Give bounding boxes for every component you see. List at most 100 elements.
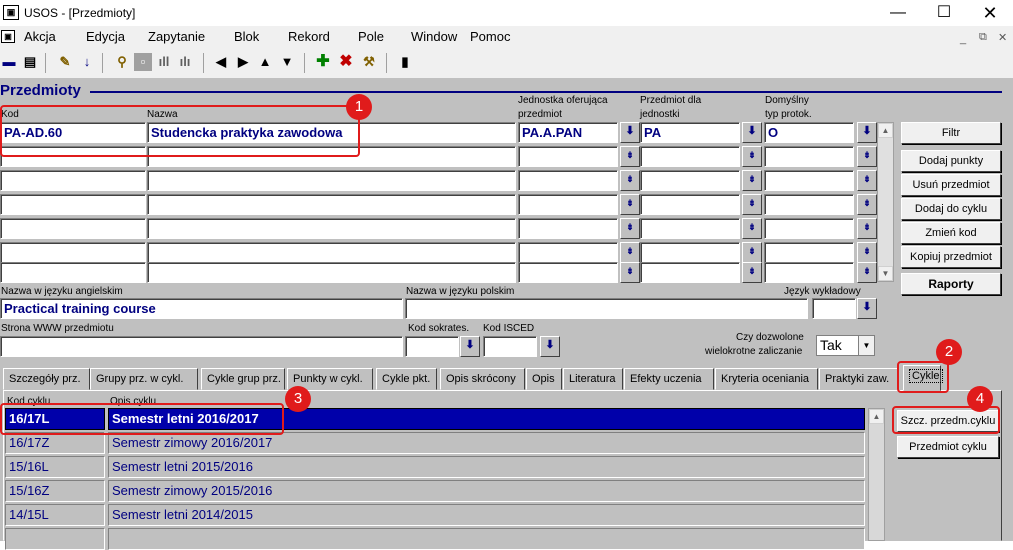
print-icon[interactable]: ▤ <box>21 53 39 71</box>
tab-opis[interactable]: Opis <box>526 368 562 390</box>
record-typ-field[interactable] <box>764 262 854 283</box>
record-typ-field[interactable]: O <box>764 122 854 143</box>
record-nazwa-field[interactable] <box>147 194 516 215</box>
next-record-icon[interactable]: ▼ <box>278 53 296 71</box>
lov-arrow-icon[interactable]: ⇟ <box>742 194 762 215</box>
menu-zapytanie[interactable]: Zapytanie <box>148 29 205 44</box>
usun-przedmiot-button[interactable]: Usuń przedmiot <box>901 174 1001 196</box>
przedmiot-cyklu-button[interactable]: Przedmiot cyklu <box>897 436 999 458</box>
menu-pomoc[interactable]: Pomoc <box>470 29 510 44</box>
record-jednostka-field[interactable] <box>518 262 618 283</box>
lov-arrow-icon[interactable]: ⇟ <box>620 218 640 239</box>
lov-arrow-icon[interactable]: ⇟ <box>620 194 640 215</box>
record-nazwa-field[interactable] <box>147 218 516 239</box>
lov-arrow-icon[interactable]: ⇟ <box>742 262 762 283</box>
tab-opis-skrócony[interactable]: Opis skrócony <box>440 368 525 390</box>
record-kod-field[interactable] <box>0 194 146 215</box>
raporty-button[interactable]: Raporty <box>901 273 1001 295</box>
record-nazwa-field[interactable] <box>147 262 516 283</box>
isced-field[interactable] <box>483 336 537 357</box>
nazwa-pol-field[interactable] <box>405 298 808 319</box>
cycle-row[interactable]: 16/17Z Semestr zimowy 2016/2017 <box>5 432 865 454</box>
save-icon[interactable]: ▬ <box>0 53 18 71</box>
records-scrollbar[interactable]: ▲ ▼ <box>877 122 894 282</box>
lov-arrow-icon[interactable]: ⇟ <box>620 146 640 167</box>
cycle-row[interactable]: 15/16L Semestr letni 2015/2016 <box>5 456 865 478</box>
previous-block-icon[interactable]: ◀ <box>212 53 230 71</box>
record-kod-field[interactable] <box>0 262 146 283</box>
wielokrotne-select[interactable]: Tak ▼ <box>816 335 875 356</box>
lov-arrow-icon[interactable]: ⇟ <box>742 218 762 239</box>
close-icon[interactable]: ✕ <box>967 0 1013 26</box>
cycle-kod[interactable]: 14/15L <box>5 504 105 526</box>
cycle-row[interactable]: 15/16Z Semestr zimowy 2015/2016 <box>5 480 865 502</box>
lov-arrow-icon[interactable]: ⇟ <box>742 146 762 167</box>
mdi-restore-icon[interactable]: ⧉ <box>979 31 987 44</box>
tab-grupy-prz-w-cykl[interactable]: Grupy prz. w cykl. <box>90 368 198 390</box>
menu-edycja[interactable]: Edycja <box>86 29 125 44</box>
lov-arrow-icon[interactable]: ⬇ <box>742 122 762 143</box>
lov-arrow-icon[interactable]: ⇟ <box>742 170 762 191</box>
cancel-query-icon[interactable]: ılı <box>176 53 194 71</box>
cycle-opis[interactable]: Semestr zimowy 2016/2017 <box>108 432 865 454</box>
kopiuj-przedmiot-button[interactable]: Kopiuj przedmiot <box>901 246 1001 268</box>
sokrates-field[interactable] <box>405 336 459 357</box>
mdi-child-icon[interactable]: ▣ <box>1 30 15 43</box>
record-typ-field[interactable] <box>764 242 854 263</box>
tab-praktyki-zaw[interactable]: Praktyki zaw. <box>819 368 899 390</box>
lov-arrow-icon[interactable]: ⇟ <box>742 242 762 263</box>
filtr-button[interactable]: Filtr <box>901 122 1001 144</box>
record-nazwa-field[interactable] <box>147 242 516 263</box>
jezyk-field[interactable] <box>812 298 856 319</box>
isced-lov-icon[interactable]: ⬇ <box>540 336 560 357</box>
lov-arrow-icon[interactable]: ⇟ <box>857 170 877 191</box>
cycle-kod[interactable]: 15/16Z <box>5 480 105 502</box>
www-field[interactable] <box>0 336 403 357</box>
sokrates-lov-icon[interactable]: ⬇ <box>460 336 480 357</box>
tab-cykle[interactable]: Cykle <box>903 365 943 391</box>
cycle-kod[interactable]: 15/16L <box>5 456 105 478</box>
delete-record-icon[interactable]: ✖ <box>337 53 355 71</box>
record-typ-field[interactable] <box>764 218 854 239</box>
lov-arrow-icon[interactable]: ⇟ <box>620 242 640 263</box>
enter-query-icon[interactable]: ⚲ <box>113 53 131 71</box>
record-przedmiot-dla-field[interactable] <box>640 170 740 191</box>
menu-window[interactable]: Window <box>411 29 457 44</box>
cycle-kod[interactable]: 16/17Z <box>5 432 105 454</box>
tab-literatura[interactable]: Literatura <box>563 368 623 390</box>
record-nazwa-field[interactable] <box>147 170 516 191</box>
record-jednostka-field[interactable] <box>518 170 618 191</box>
tab-cykle-grup-prz[interactable]: Cykle grup prz. <box>201 368 285 390</box>
record-jednostka-field[interactable] <box>518 194 618 215</box>
cycle-opis[interactable]: Semestr letni 2014/2015 <box>108 504 865 526</box>
zmien-kod-button[interactable]: Zmień kod <box>901 222 1001 244</box>
nazwa-ang-field[interactable]: Practical training course <box>0 298 403 319</box>
lov-arrow-icon[interactable]: ⇟ <box>620 170 640 191</box>
record-przedmiot-dla-field[interactable] <box>640 262 740 283</box>
menu-pole[interactable]: Pole <box>358 29 384 44</box>
edit-icon[interactable]: ✎ <box>56 53 74 71</box>
record-przedmiot-dla-field[interactable] <box>640 146 740 167</box>
jezyk-lov-icon[interactable]: ⬇ <box>857 298 877 319</box>
execute-query-icon[interactable]: ▫ <box>134 53 152 71</box>
lov-arrow-icon[interactable]: ⇟ <box>857 146 877 167</box>
lov-arrow-icon[interactable]: ⇟ <box>620 262 640 283</box>
dodaj-punkty-button[interactable]: Dodaj punkty <box>901 150 1001 172</box>
cycle-opis[interactable] <box>108 528 865 550</box>
record-jednostka-field[interactable]: PA.A.PAN <box>518 122 618 143</box>
cycle-opis[interactable]: Semestr letni 2015/2016 <box>108 456 865 478</box>
cycles-scroll-up-icon[interactable]: ▲ <box>869 409 884 424</box>
scroll-up-icon[interactable]: ▲ <box>878 123 893 138</box>
record-przedmiot-dla-field[interactable] <box>640 218 740 239</box>
tab-cykle-pkt[interactable]: Cykle pkt. <box>376 368 437 390</box>
record-przedmiot-dla-field[interactable] <box>640 194 740 215</box>
lov-arrow-icon[interactable]: ⇟ <box>857 218 877 239</box>
count-query-icon[interactable]: ıll <box>155 53 173 71</box>
tab-szczegóły-prz[interactable]: Szczegóły prz. <box>3 368 90 390</box>
record-kod-field[interactable] <box>0 242 146 263</box>
cycle-row[interactable]: 14/15L Semestr letni 2014/2015 <box>5 504 865 526</box>
lov-arrow-icon[interactable]: ⬇ <box>620 122 640 143</box>
insert-record-icon[interactable]: ✚ <box>314 53 332 71</box>
mdi-close-icon[interactable]: ✕ <box>998 31 1007 44</box>
clear-record-icon[interactable]: ⚒ <box>360 53 378 71</box>
